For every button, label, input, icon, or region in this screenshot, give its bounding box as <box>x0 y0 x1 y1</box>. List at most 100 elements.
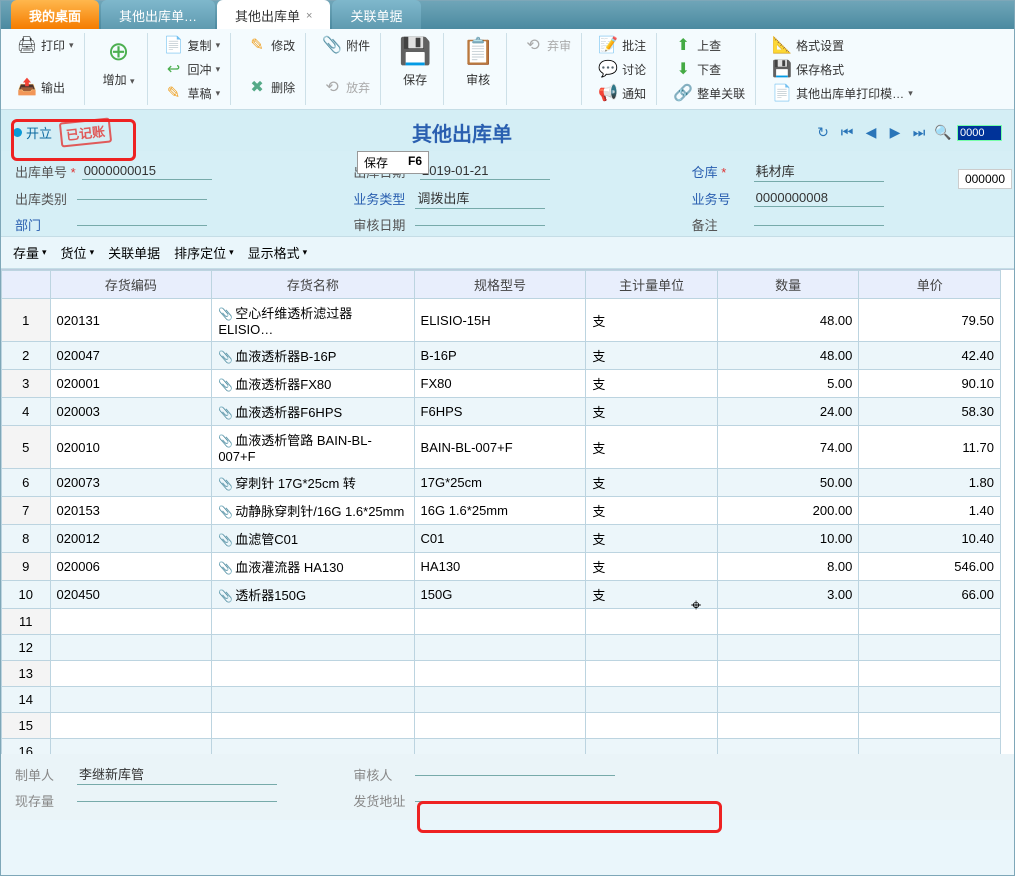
table-row[interactable]: 11 <box>2 609 1001 635</box>
next-icon[interactable]: ▶ <box>885 123 905 143</box>
table-row[interactable]: 6020073📎穿刺针 17G*25cm 转17G*25cm支50.001.80 <box>2 469 1001 497</box>
cell-code[interactable]: 020153 <box>50 497 212 525</box>
tab-desktop[interactable]: 我的桌面 <box>11 0 99 29</box>
date-value[interactable]: 2019-01-21 <box>420 163 550 180</box>
sort-menu[interactable]: 排序定位▾ <box>174 243 234 262</box>
prev-icon[interactable]: ◀ <box>861 123 881 143</box>
cell-name[interactable]: 📎血液透析器FX80 <box>212 370 414 398</box>
cell-name[interactable]: 📎血液透析器B-16P <box>212 342 414 370</box>
table-row[interactable]: 15 <box>2 713 1001 739</box>
cell-unit[interactable]: 支 <box>586 426 717 469</box>
cell-qty[interactable]: 50.00 <box>717 469 859 497</box>
cell-price[interactable]: 546.00 <box>859 553 1001 581</box>
col-code[interactable]: 存货编码 <box>50 271 212 299</box>
cell-name[interactable]: 📎血液透析管路 BAIN-BL-007+F <box>212 426 414 469</box>
cell-spec[interactable]: 16G 1.6*25mm <box>414 497 586 525</box>
cell-price[interactable]: 10.40 <box>859 525 1001 553</box>
export-button[interactable]: 📤输出 <box>13 75 78 99</box>
cell-unit[interactable]: 支 <box>586 581 717 609</box>
biz-value[interactable]: 调拨出库 <box>415 188 545 209</box>
cell-qty[interactable]: 48.00 <box>717 299 859 342</box>
cell-unit[interactable]: 支 <box>586 299 717 342</box>
cell-spec[interactable]: 17G*25cm <box>414 469 586 497</box>
cell-spec[interactable]: ELISIO-15H <box>414 299 586 342</box>
table-row[interactable]: 12 <box>2 635 1001 661</box>
cell-qty[interactable]: 74.00 <box>717 426 859 469</box>
docno-value[interactable]: 0000000015 <box>82 163 212 180</box>
table-row[interactable]: 14 <box>2 687 1001 713</box>
cell-price[interactable]: 1.40 <box>859 497 1001 525</box>
cell-code[interactable]: 020006 <box>50 553 212 581</box>
abandon-button[interactable]: ⟲弃审 <box>519 33 575 57</box>
cell-qty[interactable]: 48.00 <box>717 342 859 370</box>
cell-spec[interactable]: HA130 <box>414 553 586 581</box>
loc-menu[interactable]: 货位▾ <box>61 243 95 262</box>
cell-unit[interactable]: 支 <box>586 370 717 398</box>
cell-qty[interactable]: 10.00 <box>717 525 859 553</box>
cell-code[interactable]: 020003 <box>50 398 212 426</box>
related-docs[interactable]: 关联单据 <box>108 243 160 262</box>
format-save-button[interactable]: 💾保存格式 <box>768 57 917 81</box>
delete-button[interactable]: ✖删除 <box>243 75 299 99</box>
col-qty[interactable]: 数量 <box>717 271 859 299</box>
print-tpl-button[interactable]: 📄其他出库单打印模…▾ <box>768 81 917 105</box>
notify-button[interactable]: 📢通知 <box>594 81 650 105</box>
table-row[interactable]: 5020010📎血液透析管路 BAIN-BL-007+FBAIN-BL-007+… <box>2 426 1001 469</box>
cell-code[interactable]: 020012 <box>50 525 212 553</box>
downquery-button[interactable]: ⬇下查 <box>669 57 749 81</box>
table-row[interactable]: 16 <box>2 739 1001 755</box>
note-button[interactable]: 📝批注 <box>594 33 650 57</box>
attachment-button[interactable]: 📎附件 <box>318 33 374 57</box>
discard-button[interactable]: ⟲放弃 <box>318 75 374 99</box>
cell-unit[interactable]: 支 <box>586 398 717 426</box>
cell-spec[interactable]: F6HPS <box>414 398 586 426</box>
tab-other-list[interactable]: 其他出库单… <box>101 0 215 29</box>
cell-unit[interactable]: 支 <box>586 469 717 497</box>
format-set-button[interactable]: 📐格式设置 <box>768 33 917 57</box>
cell-code[interactable]: 020047 <box>50 342 212 370</box>
cell-name[interactable]: 📎血液透析器F6HPS <box>212 398 414 426</box>
display-menu[interactable]: 显示格式▾ <box>248 243 308 262</box>
col-price[interactable]: 单价 <box>859 271 1001 299</box>
rollback-button[interactable]: ↩回冲▾ <box>160 57 225 81</box>
first-icon[interactable]: ⏮ <box>837 123 857 143</box>
cell-spec[interactable]: B-16P <box>414 342 586 370</box>
dept-value[interactable] <box>77 224 207 226</box>
draft-button[interactable]: ✎草稿▾ <box>160 81 225 105</box>
copy-button[interactable]: 📄复制▾ <box>160 33 225 57</box>
print-button[interactable]: 🖨打印▾ <box>13 33 78 57</box>
cell-qty[interactable]: 24.00 <box>717 398 859 426</box>
cell-spec[interactable]: C01 <box>414 525 586 553</box>
table-row[interactable]: 2020047📎血液透析器B-16PB-16P支48.0042.40 <box>2 342 1001 370</box>
type-value[interactable] <box>77 198 207 200</box>
table-row[interactable]: 7020153📎动静脉穿刺针/16G 1.6*25mm16G 1.6*25mm支… <box>2 497 1001 525</box>
addr-value[interactable] <box>415 800 615 802</box>
cell-code[interactable]: 020073 <box>50 469 212 497</box>
cell-price[interactable]: 42.40 <box>859 342 1001 370</box>
cell-price[interactable]: 90.10 <box>859 370 1001 398</box>
cell-price[interactable]: 79.50 <box>859 299 1001 342</box>
cell-qty[interactable]: 3.00 <box>717 581 859 609</box>
last-icon[interactable]: ⏭ <box>909 123 929 143</box>
cell-name[interactable]: 📎穿刺针 17G*25cm 转 <box>212 469 414 497</box>
cell-unit[interactable]: 支 <box>586 553 717 581</box>
table-row[interactable]: 13 <box>2 661 1001 687</box>
relate-button[interactable]: 🔗整单关联 <box>669 81 749 105</box>
cell-name[interactable]: 📎空心纤维透析滤过器 ELISIO… <box>212 299 414 342</box>
cell-code[interactable]: 020001 <box>50 370 212 398</box>
cell-price[interactable]: 1.80 <box>859 469 1001 497</box>
cell-unit[interactable]: 支 <box>586 497 717 525</box>
cell-spec[interactable]: FX80 <box>414 370 586 398</box>
cell-code[interactable]: 020131 <box>50 299 212 342</box>
table-row[interactable]: 3020001📎血液透析器FX80FX80支5.0090.10 <box>2 370 1001 398</box>
search-input[interactable] <box>957 125 1002 141</box>
cell-unit[interactable]: 支 <box>586 525 717 553</box>
col-unit[interactable]: 主计量单位 <box>586 271 717 299</box>
save-button[interactable]: 💾保存 <box>393 33 437 90</box>
auditdate-value[interactable] <box>415 224 545 226</box>
remark-value[interactable] <box>754 224 884 226</box>
grid[interactable]: 存货编码 存货名称 规格型号 主计量单位 数量 单价 1020131📎空心纤维透… <box>1 269 1014 754</box>
cell-code[interactable]: 020450 <box>50 581 212 609</box>
refresh-icon[interactable]: ↻ <box>813 123 833 143</box>
cell-code[interactable]: 020010 <box>50 426 212 469</box>
